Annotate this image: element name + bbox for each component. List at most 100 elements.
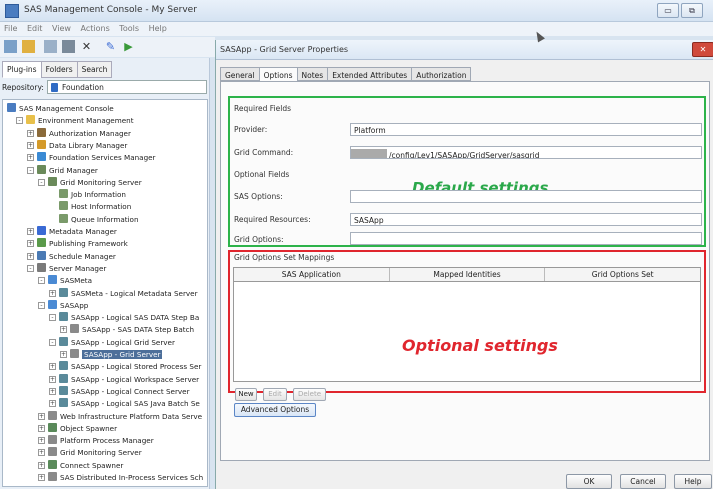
tab-folders[interactable]: Folders (40, 61, 78, 78)
tree-node[interactable]: + Object Spawner (38, 422, 117, 434)
tree-node[interactable]: + Platform Process Manager (38, 435, 154, 446)
tree-node[interactable]: + SASApp - Logical SAS Java Batch Se (49, 398, 200, 409)
collapse-icon[interactable]: - (16, 117, 23, 125)
tab-options[interactable]: Options (258, 67, 298, 82)
paste-icon[interactable] (62, 40, 75, 53)
tab-extended-attributes[interactable]: Extended Attributes (327, 67, 413, 81)
home-icon[interactable] (4, 40, 17, 53)
grid-options-field[interactable] (350, 232, 702, 245)
expand-icon[interactable]: + (49, 375, 56, 383)
tree-node[interactable]: + SASApp - SAS DATA Step Batch (60, 324, 194, 335)
collapse-icon[interactable]: - (49, 314, 56, 322)
tools-icon[interactable]: ✎ (104, 40, 117, 53)
tree-node[interactable]: + Data Library Manager (27, 139, 127, 151)
open-folder-icon[interactable] (22, 40, 35, 53)
tab-search[interactable]: Search (76, 61, 113, 78)
expand-icon[interactable]: + (60, 351, 67, 358)
new-button[interactable]: New (235, 388, 257, 401)
expand-icon[interactable]: + (60, 326, 67, 334)
menu-tools[interactable]: Tools (115, 22, 142, 33)
collapse-icon[interactable]: - (38, 178, 45, 186)
maximize-button[interactable]: ⧉ (681, 3, 703, 18)
menu-file[interactable]: File (0, 22, 20, 33)
tree-node[interactable]: - Server Manager (27, 262, 106, 274)
col-sas-application[interactable]: SAS Application (234, 268, 390, 281)
tree-node[interactable]: + SASApp - Logical Stored Process Ser (49, 361, 201, 372)
expand-icon[interactable]: + (38, 449, 45, 457)
collapse-icon[interactable]: - (27, 264, 34, 272)
tree-node[interactable]: + Connect Spawner (38, 459, 124, 471)
expand-icon[interactable]: + (38, 412, 45, 420)
tree-node[interactable]: + Web Infrastructure Platform Data Serve (38, 410, 202, 422)
expand-icon[interactable]: + (27, 252, 34, 260)
expand-icon[interactable]: + (38, 461, 45, 469)
tree-node[interactable]: + SASApp - Grid Server (60, 349, 163, 360)
tree-node[interactable]: + SASMeta - Logical Metadata Server (49, 287, 198, 299)
advanced-options-button[interactable]: Advanced Options (234, 403, 316, 417)
provider-field[interactable]: Platform (350, 123, 702, 136)
collapse-icon[interactable]: - (49, 338, 56, 346)
expand-icon[interactable]: + (38, 437, 45, 445)
ok-button[interactable]: OK (566, 474, 612, 489)
minimize-button[interactable]: ▭ (657, 3, 679, 18)
tree-node[interactable]: SAS Management Console (7, 103, 114, 114)
tree-node[interactable]: Queue Information (59, 213, 139, 225)
tree-node[interactable]: - SASApp - Logical Grid Server (49, 336, 175, 348)
menu-help[interactable]: Help (145, 22, 170, 33)
repository-select[interactable]: Foundation (47, 80, 207, 94)
expand-icon[interactable]: + (38, 424, 45, 432)
delete-button[interactable]: Delete (293, 388, 326, 401)
expand-icon[interactable]: + (27, 129, 34, 137)
expand-icon[interactable]: + (49, 289, 56, 297)
tree-node[interactable]: + Authorization Manager (27, 127, 131, 139)
tree-node-label: Connect Spawner (60, 460, 124, 470)
expand-icon[interactable]: + (49, 363, 56, 371)
mappings-table[interactable]: SAS Application Mapped Identities Grid O… (233, 267, 701, 382)
expand-icon[interactable]: + (27, 154, 34, 162)
tab-notes[interactable]: Notes (296, 67, 329, 81)
tree-node[interactable]: - Grid Manager (27, 164, 98, 176)
close-button[interactable]: ✕ (692, 42, 713, 57)
tree-node[interactable]: - SASMeta (38, 275, 92, 286)
delete-icon[interactable]: ✕ (80, 40, 93, 53)
expand-icon[interactable]: + (38, 474, 45, 481)
tree-node[interactable]: Host Information (59, 201, 131, 212)
sas-options-field[interactable] (350, 190, 702, 203)
tree-node[interactable]: + Foundation Services Manager (27, 152, 156, 163)
tree-node[interactable]: Job Information (59, 189, 126, 200)
tree-node[interactable]: + SASApp - Logical Connect Server (49, 385, 190, 397)
tree-node[interactable]: + Publishing Framework (27, 238, 128, 249)
tree-node[interactable]: + SAS Distributed In-Process Services Sch (38, 472, 203, 483)
expand-icon[interactable]: + (27, 240, 34, 248)
grid-command-field[interactable]: /config/Lev1/SASApp/GridServer/sasgrid (350, 146, 702, 159)
edit-button[interactable]: Edit (263, 388, 287, 401)
tree-node[interactable]: - Environment Management (16, 115, 134, 126)
expand-icon[interactable]: + (49, 400, 56, 408)
tree-node[interactable]: - SASApp - Logical SAS DATA Step Ba (49, 312, 199, 323)
required-resources-field[interactable]: SASApp (350, 213, 702, 226)
collapse-icon[interactable]: - (27, 166, 34, 174)
tree-node[interactable]: - SASApp (38, 299, 88, 311)
help-button[interactable]: Help (674, 474, 712, 489)
expand-icon[interactable]: + (27, 141, 34, 149)
menu-actions[interactable]: Actions (77, 22, 113, 33)
tree-node[interactable]: + Metadata Manager (27, 226, 117, 237)
copy-icon[interactable] (44, 40, 57, 53)
col-mapped-identities[interactable]: Mapped Identities (390, 268, 546, 281)
tree-node[interactable]: + Grid Monitoring Server (38, 447, 142, 458)
tab-plug-ins[interactable]: Plug-ins (2, 61, 42, 78)
menu-edit[interactable]: Edit (23, 22, 46, 33)
menu-view[interactable]: View (48, 22, 74, 33)
cancel-button[interactable]: Cancel (620, 474, 666, 489)
tree-node[interactable]: + Schedule Manager (27, 250, 116, 262)
expand-icon[interactable]: + (49, 387, 56, 395)
collapse-icon[interactable]: - (38, 301, 45, 309)
collapse-icon[interactable]: - (38, 277, 45, 285)
run-icon[interactable]: ▶ (122, 40, 135, 53)
tree-node[interactable]: + SASApp - Logical Workspace Server (49, 373, 199, 385)
tab-authorization[interactable]: Authorization (411, 67, 472, 81)
col-grid-options-set[interactable]: Grid Options Set (545, 268, 700, 281)
tree-node[interactable]: - Grid Monitoring Server (38, 176, 142, 188)
tab-general[interactable]: General (220, 67, 260, 81)
expand-icon[interactable]: + (27, 228, 34, 235)
